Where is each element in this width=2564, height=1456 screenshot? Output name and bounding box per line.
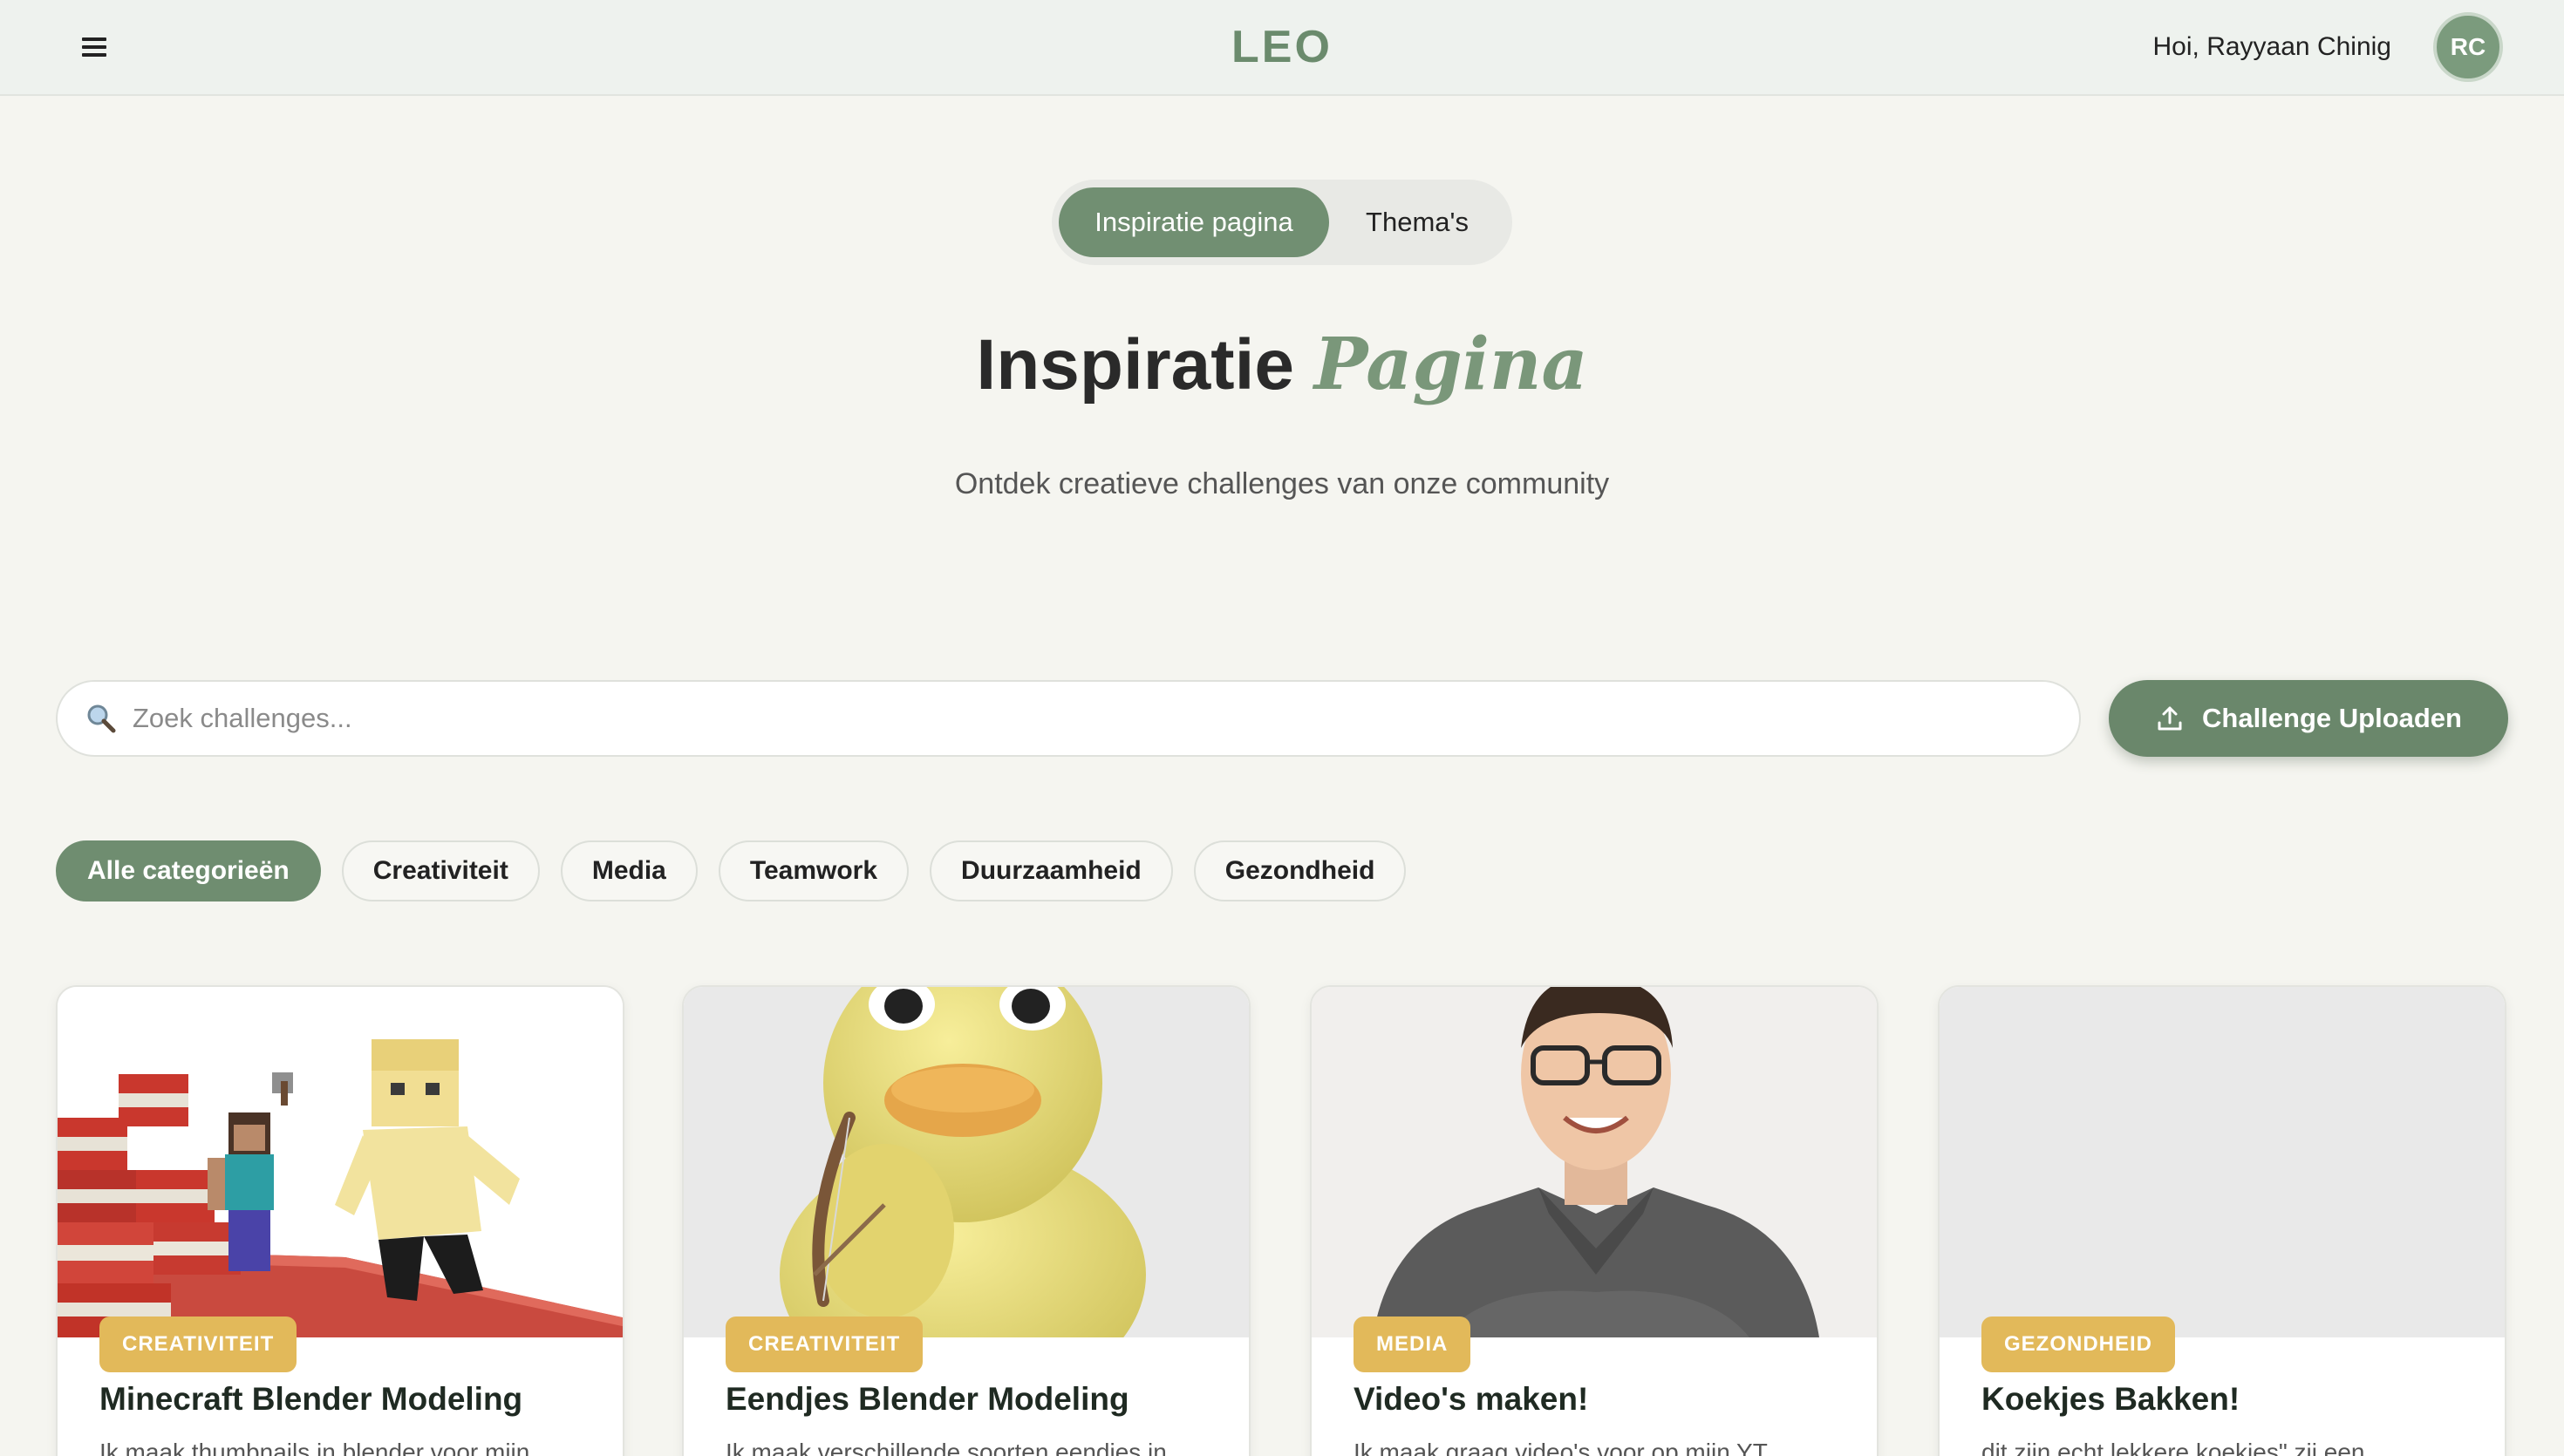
upload-challenge-button[interactable]: Challenge Uploaden	[2109, 680, 2508, 757]
user-greeting: Hoi, Rayyaan Chinig	[2152, 32, 2391, 61]
page-title-accent: Pagina	[1313, 323, 1588, 406]
filter-all[interactable]: Alle categorieën	[56, 840, 321, 901]
card-image	[1312, 987, 1877, 1337]
upload-label: Challenge Uploaden	[2202, 703, 2462, 733]
filter-creativiteit[interactable]: Creativiteit	[341, 840, 540, 901]
page-title: Inspiratie Pagina	[0, 321, 2564, 409]
logo[interactable]: LEO	[1231, 21, 1333, 73]
page-subtitle: Ontdek creatieve challenges van onze com…	[954, 467, 1610, 500]
duck-illustration	[684, 987, 1249, 1337]
card-description: Ik maak verschillende soorten eendjes in	[726, 1439, 1167, 1456]
filter-media[interactable]: Media	[560, 840, 698, 901]
minecraft-illustration	[58, 987, 623, 1337]
menu-button[interactable]	[77, 30, 112, 65]
card-description: Ik maak graag video's voor op mijn YT	[1354, 1439, 1768, 1456]
card-title: Koekjes Bakken!	[1981, 1381, 2240, 1417]
avatar[interactable]: RC	[2433, 12, 2503, 82]
challenge-card-duck[interactable]: CREATIVITEIT Eendjes Blender Modeling Ik…	[682, 985, 1251, 1456]
card-title: Minecraft Blender Modeling	[99, 1381, 523, 1417]
filter-duurzaamheid[interactable]: Duurzaamheid	[930, 840, 1173, 901]
filter-teamwork[interactable]: Teamwork	[718, 840, 910, 901]
search-bar	[56, 680, 2081, 757]
person-photo	[1312, 987, 1877, 1337]
card-title: Video's maken!	[1354, 1381, 1589, 1417]
filter-gezondheid[interactable]: Gezondheid	[1193, 840, 1407, 901]
hamburger-icon	[82, 37, 106, 57]
search-input[interactable]	[133, 703, 2053, 734]
top-header: LEO Hoi, Rayyaan Chinig RC	[0, 0, 2564, 96]
page-title-strong: Inspiratie	[976, 325, 1294, 405]
search-icon	[87, 704, 116, 733]
category-filters: Alle categorieën Creativiteit Media Team…	[56, 840, 1407, 901]
challenge-card-cookies[interactable]: GEZONDHEID Koekjes Bakken! dit zijn echt…	[1938, 985, 2506, 1456]
card-image	[58, 987, 623, 1337]
category-badge: GEZONDHEID	[1981, 1317, 2176, 1372]
category-badge: CREATIVITEIT	[726, 1317, 924, 1372]
user-area: Hoi, Rayyaan Chinig RC	[2153, 12, 2503, 82]
category-badge: CREATIVITEIT	[99, 1317, 297, 1372]
challenge-card-video[interactable]: MEDIA Video's maken! Ik maak graag video…	[1310, 985, 1879, 1456]
upload-icon	[2158, 706, 2182, 731]
challenge-card-minecraft[interactable]: CREATIVITEIT Minecraft Blender Modeling …	[56, 985, 624, 1456]
card-description: Ik maak thumbnails in blender voor mijn	[99, 1439, 530, 1456]
card-image	[684, 987, 1249, 1337]
card-description: dit zijn echt lekkere koekjes" zij een	[1981, 1439, 2365, 1456]
card-image-placeholder	[1940, 987, 2505, 1337]
toggle-themas[interactable]: Thema's	[1329, 187, 1505, 257]
card-title: Eendjes Blender Modeling	[726, 1381, 1129, 1417]
page-toggle: Inspiratie pagina Thema's	[1052, 180, 1512, 265]
category-badge: MEDIA	[1354, 1317, 1471, 1372]
toggle-inspiratie[interactable]: Inspiratie pagina	[1059, 187, 1329, 257]
